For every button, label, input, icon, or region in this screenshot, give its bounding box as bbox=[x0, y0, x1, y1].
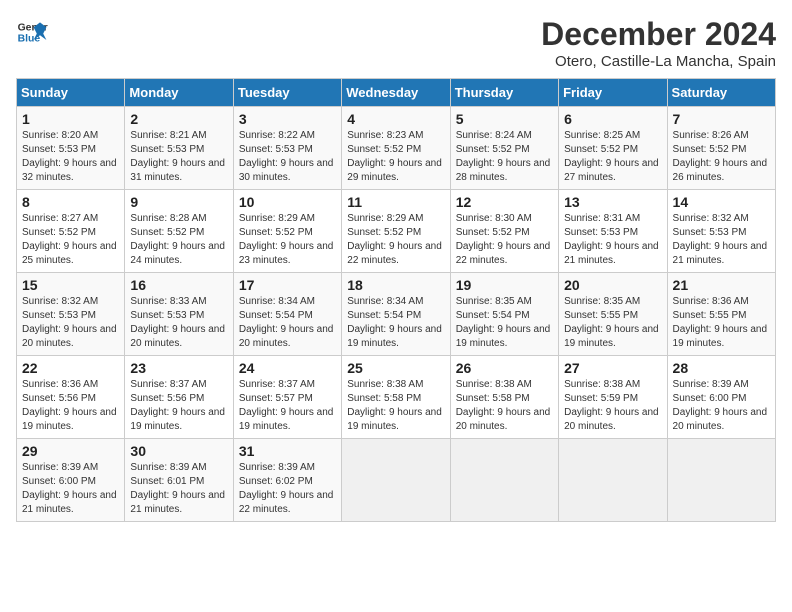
table-row: 27Sunrise: 8:38 AMSunset: 5:59 PMDayligh… bbox=[559, 356, 667, 439]
table-row: 5Sunrise: 8:24 AMSunset: 5:52 PMDaylight… bbox=[450, 107, 558, 190]
table-row: 3Sunrise: 8:22 AMSunset: 5:53 PMDaylight… bbox=[233, 107, 341, 190]
logo-icon: General Blue bbox=[16, 16, 48, 48]
calendar-week-row: 29Sunrise: 8:39 AMSunset: 6:00 PMDayligh… bbox=[17, 439, 776, 522]
title-area: December 2024 Otero, Castille-La Mancha,… bbox=[541, 16, 776, 70]
table-row: 6Sunrise: 8:25 AMSunset: 5:52 PMDaylight… bbox=[559, 107, 667, 190]
header-friday: Friday bbox=[559, 79, 667, 107]
table-row: 4Sunrise: 8:23 AMSunset: 5:52 PMDaylight… bbox=[342, 107, 450, 190]
table-row bbox=[559, 439, 667, 522]
calendar-week-row: 8Sunrise: 8:27 AMSunset: 5:52 PMDaylight… bbox=[17, 190, 776, 273]
table-row: 23Sunrise: 8:37 AMSunset: 5:56 PMDayligh… bbox=[125, 356, 233, 439]
calendar-week-row: 15Sunrise: 8:32 AMSunset: 5:53 PMDayligh… bbox=[17, 273, 776, 356]
header-thursday: Thursday bbox=[450, 79, 558, 107]
table-row: 29Sunrise: 8:39 AMSunset: 6:00 PMDayligh… bbox=[17, 439, 125, 522]
table-row: 15Sunrise: 8:32 AMSunset: 5:53 PMDayligh… bbox=[17, 273, 125, 356]
calendar-table: Sunday Monday Tuesday Wednesday Thursday… bbox=[16, 78, 776, 522]
weekday-header-row: Sunday Monday Tuesday Wednesday Thursday… bbox=[17, 79, 776, 107]
table-row: 13Sunrise: 8:31 AMSunset: 5:53 PMDayligh… bbox=[559, 190, 667, 273]
table-row: 2Sunrise: 8:21 AMSunset: 5:53 PMDaylight… bbox=[125, 107, 233, 190]
table-row: 9Sunrise: 8:28 AMSunset: 5:52 PMDaylight… bbox=[125, 190, 233, 273]
table-row: 1Sunrise: 8:20 AMSunset: 5:53 PMDaylight… bbox=[17, 107, 125, 190]
header-sunday: Sunday bbox=[17, 79, 125, 107]
table-row: 26Sunrise: 8:38 AMSunset: 5:58 PMDayligh… bbox=[450, 356, 558, 439]
header: General Blue December 2024 Otero, Castil… bbox=[16, 16, 776, 70]
calendar-week-row: 1Sunrise: 8:20 AMSunset: 5:53 PMDaylight… bbox=[17, 107, 776, 190]
table-row: 21Sunrise: 8:36 AMSunset: 5:55 PMDayligh… bbox=[667, 273, 775, 356]
table-row bbox=[342, 439, 450, 522]
table-row: 19Sunrise: 8:35 AMSunset: 5:54 PMDayligh… bbox=[450, 273, 558, 356]
table-row: 10Sunrise: 8:29 AMSunset: 5:52 PMDayligh… bbox=[233, 190, 341, 273]
month-title: December 2024 bbox=[541, 16, 776, 53]
table-row: 18Sunrise: 8:34 AMSunset: 5:54 PMDayligh… bbox=[342, 273, 450, 356]
header-monday: Monday bbox=[125, 79, 233, 107]
logo: General Blue bbox=[16, 16, 48, 48]
table-row: 24Sunrise: 8:37 AMSunset: 5:57 PMDayligh… bbox=[233, 356, 341, 439]
table-row: 22Sunrise: 8:36 AMSunset: 5:56 PMDayligh… bbox=[17, 356, 125, 439]
table-row: 16Sunrise: 8:33 AMSunset: 5:53 PMDayligh… bbox=[125, 273, 233, 356]
table-row: 30Sunrise: 8:39 AMSunset: 6:01 PMDayligh… bbox=[125, 439, 233, 522]
table-row bbox=[450, 439, 558, 522]
table-row: 17Sunrise: 8:34 AMSunset: 5:54 PMDayligh… bbox=[233, 273, 341, 356]
table-row: 28Sunrise: 8:39 AMSunset: 6:00 PMDayligh… bbox=[667, 356, 775, 439]
table-row bbox=[667, 439, 775, 522]
calendar-week-row: 22Sunrise: 8:36 AMSunset: 5:56 PMDayligh… bbox=[17, 356, 776, 439]
table-row: 7Sunrise: 8:26 AMSunset: 5:52 PMDaylight… bbox=[667, 107, 775, 190]
table-row: 20Sunrise: 8:35 AMSunset: 5:55 PMDayligh… bbox=[559, 273, 667, 356]
header-saturday: Saturday bbox=[667, 79, 775, 107]
table-row: 31Sunrise: 8:39 AMSunset: 6:02 PMDayligh… bbox=[233, 439, 341, 522]
table-row: 25Sunrise: 8:38 AMSunset: 5:58 PMDayligh… bbox=[342, 356, 450, 439]
table-row: 12Sunrise: 8:30 AMSunset: 5:52 PMDayligh… bbox=[450, 190, 558, 273]
table-row: 11Sunrise: 8:29 AMSunset: 5:52 PMDayligh… bbox=[342, 190, 450, 273]
location-title: Otero, Castille-La Mancha, Spain bbox=[541, 53, 776, 70]
table-row: 14Sunrise: 8:32 AMSunset: 5:53 PMDayligh… bbox=[667, 190, 775, 273]
table-row: 8Sunrise: 8:27 AMSunset: 5:52 PMDaylight… bbox=[17, 190, 125, 273]
header-wednesday: Wednesday bbox=[342, 79, 450, 107]
header-tuesday: Tuesday bbox=[233, 79, 341, 107]
